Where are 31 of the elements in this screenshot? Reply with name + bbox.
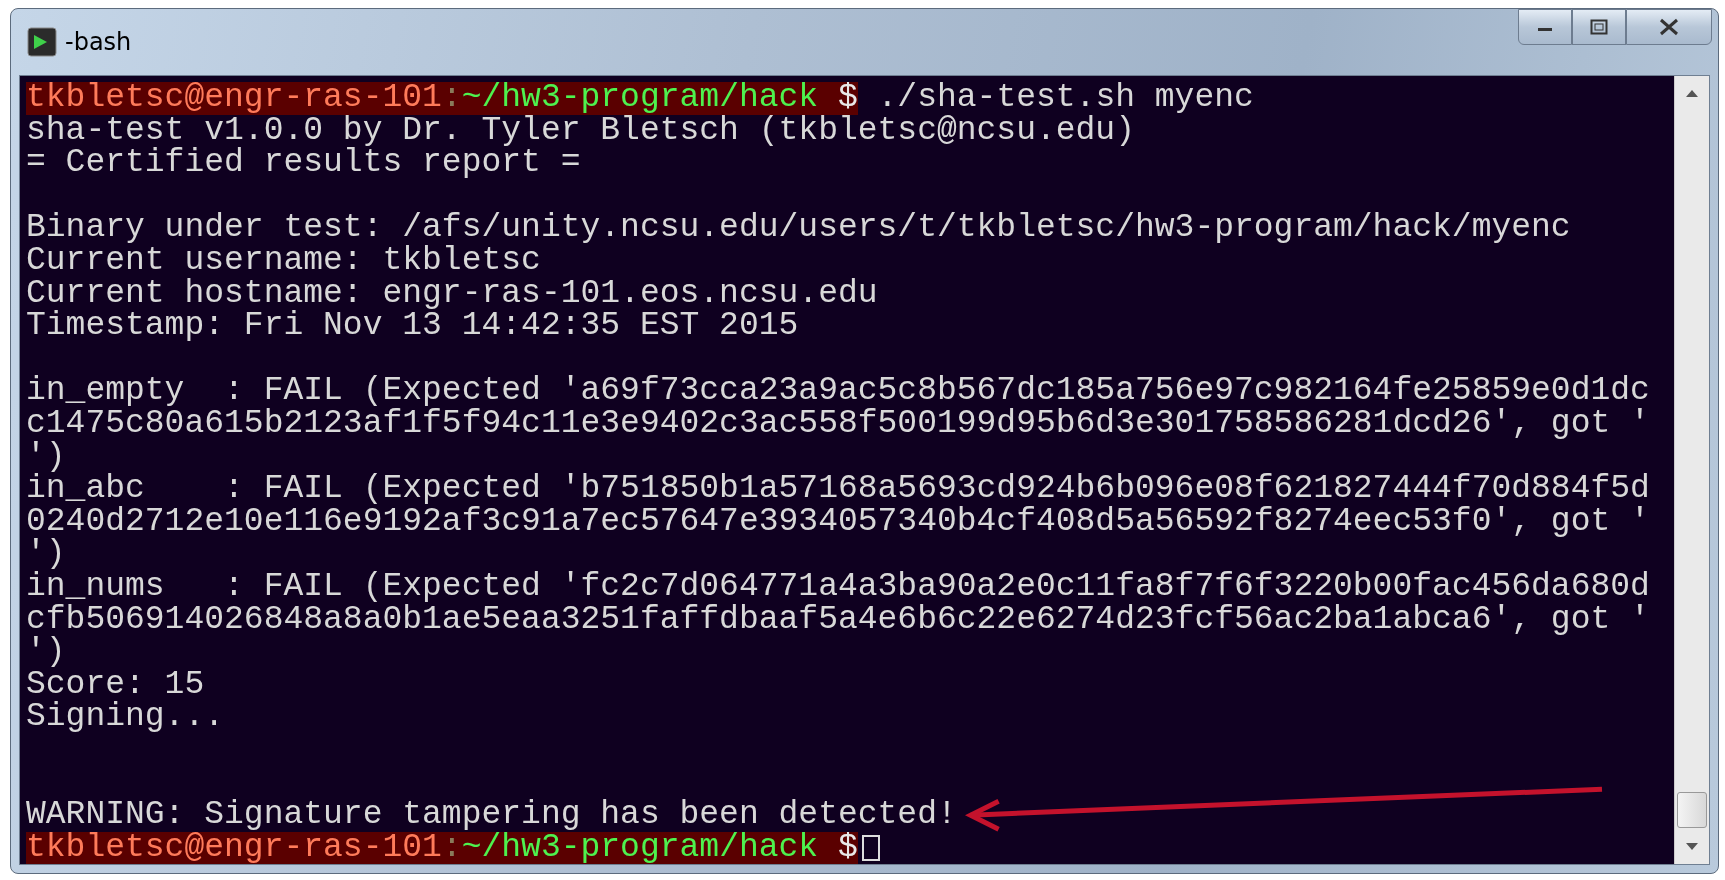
prompt-text: tkbletsc@engr-ras-101:~/hw3-program/hack $ [26,82,858,115]
command-text: ./sha-test.sh myenc [877,82,1254,115]
maximize-icon [1590,19,1608,35]
scrollbar-thumb[interactable] [1677,792,1707,828]
close-button[interactable] [1626,9,1712,45]
output-text: in_nums : FAIL (Expected 'fc2c7d064771a4a3ba90a2e0c11fa8f7f6f3220b00fac456da680d [26,570,1650,604]
down-arrow-icon [1686,843,1698,851]
output-text: 0240d2712e10e116e9192af3c91a7ec57647e3934057340b4cf408d5a56592f8274eec53f0', got ' [26,505,1650,539]
output-text: ') [26,636,66,669]
output-text: Binary under test: /afs/unity.ncsu.edu/users/t/tkbletsc/hw3-program/hack/myenc [26,212,1571,245]
terminal-icon [27,27,57,57]
output-text: sha-test v1.0.0 by Dr. Tyler Bletsch (tkbletsc@ncsu.edu) [26,114,1135,148]
output-text: Current hostname: engr-ras-101.eos.ncsu.edu [26,277,878,311]
output-text: Score: 15 [26,668,205,702]
window-title: -bash [65,28,133,56]
prompt-text: tkbletsc@engr-ras-101:~/hw3-program/hack $ [26,831,858,864]
output-text: Timestamp: Fri Nov 13 14:42:35 EST 2015 [26,310,799,343]
output-text: ') [26,538,66,571]
minimize-button[interactable] [1518,9,1572,45]
output-text: Signing... [26,701,225,734]
output-text: in_abc : FAIL (Expected 'b751850b1a57168a5693cd924b6b096e08f621827444f70d884f5d [26,473,1650,506]
up-arrow-icon [1686,89,1698,97]
output-text: = Certified results report = [26,147,581,180]
output-text: WARNING: Signature tampering has been detected! [26,799,957,832]
output-text: in_empty : FAIL (Expected 'a69f73cca23a9ac5c8b567dc185a756e97c982164fe25859e0d1dc [26,375,1650,408]
close-icon [1658,18,1680,36]
output-text: c1475c80a615b2123af1f5f94c11e3e9402c3ac558f500199d95b6d3e301758586281dcd26', got ' [26,407,1650,441]
output-text: ') [26,440,66,474]
output-text: cfb506914026848a8a0b1ae5eaa3251faffdbaaf5a4e6b6c22e6274d23fcf56ac2ba1abca6', got ' [26,603,1650,637]
maximize-button[interactable] [1572,9,1626,45]
output-text: Current username: tkbletsc [26,244,541,278]
